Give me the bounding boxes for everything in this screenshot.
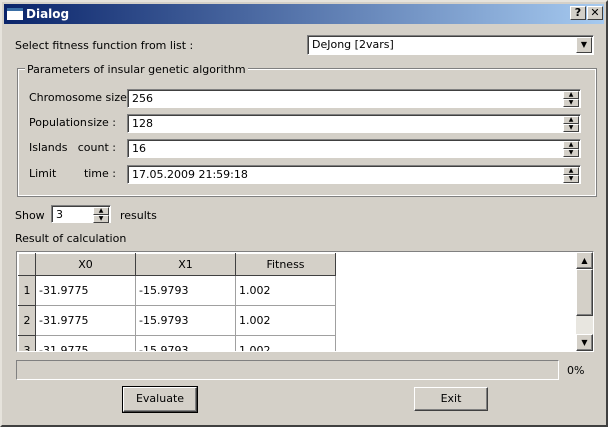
column-header-x0[interactable]: X0: [35, 253, 136, 276]
table-cell[interactable]: -31.9775: [35, 305, 136, 336]
param-spinbox[interactable]: 17.05.2009 21:59:18 ▲ ▼: [127, 165, 581, 184]
corner-header: [18, 253, 36, 276]
param-value: 128: [132, 117, 153, 130]
scroll-up-icon[interactable]: ▲: [576, 252, 593, 269]
vertical-scrollbar[interactable]: ▲ ▼: [576, 252, 593, 351]
results-label: Result of calculation: [15, 232, 127, 245]
fitness-function-select[interactable]: DeJong [2vars] ▼: [307, 35, 594, 55]
spin-up-icon[interactable]: ▲: [93, 207, 109, 215]
evaluate-button[interactable]: Evaluate: [122, 386, 198, 413]
param-spinbox[interactable]: 16 ▲ ▼: [127, 139, 581, 158]
param-label: Islands: [29, 141, 68, 154]
scroll-thumb[interactable]: [576, 269, 593, 316]
spin-up-icon[interactable]: ▲: [563, 167, 579, 175]
spin-down-icon[interactable]: ▼: [563, 99, 579, 107]
param-spinbox[interactable]: 256 ▲ ▼: [127, 89, 581, 108]
close-button[interactable]: ✕: [587, 6, 603, 20]
chevron-down-icon[interactable]: ▼: [576, 37, 592, 53]
table-cell[interactable]: 1.002: [235, 305, 336, 336]
param-value: 17.05.2009 21:59:18: [132, 168, 248, 181]
table-cell[interactable]: -31.9775: [35, 335, 136, 351]
spin-up-icon[interactable]: ▲: [563, 141, 579, 149]
group-title: Parameters of insular genetic algorithm: [25, 63, 248, 76]
table-cell[interactable]: -15.9793: [135, 305, 236, 336]
table-cell[interactable]: -31.9775: [35, 275, 136, 306]
progress-text: 0%: [567, 364, 585, 377]
param-value: 256: [132, 92, 153, 105]
spin-down-icon[interactable]: ▼: [563, 175, 579, 183]
spin-up-icon[interactable]: ▲: [563, 116, 579, 124]
param-label: Limit: [29, 167, 57, 180]
results-suffix: results: [120, 209, 157, 222]
exit-button[interactable]: Exit: [414, 387, 488, 411]
column-header-fitness[interactable]: Fitness: [235, 253, 336, 276]
param-spinbox[interactable]: 128 ▲ ▼: [127, 114, 581, 133]
progress-bar: [16, 360, 559, 380]
row-header[interactable]: 1: [18, 275, 36, 306]
param-value: 16: [132, 142, 146, 155]
help-button[interactable]: ?: [570, 6, 586, 20]
row-header[interactable]: 2: [18, 305, 36, 336]
table-row[interactable]: 1 -31.9775 -15.9793 1.002: [18, 275, 336, 306]
table-cell[interactable]: -15.9793: [135, 335, 236, 351]
window-icon: [7, 8, 23, 20]
param-label-suffix: time :: [83, 167, 116, 180]
dialog-window: Dialog ? ✕ Select fitness function from …: [0, 0, 608, 427]
scroll-down-icon[interactable]: ▼: [576, 334, 593, 351]
column-header-x1[interactable]: X1: [135, 253, 236, 276]
fitness-value: DeJong [2vars]: [312, 38, 394, 51]
show-count-spinbox[interactable]: 3 ▲ ▼: [51, 205, 111, 223]
param-label-suffix: count :: [77, 141, 116, 154]
spin-down-icon[interactable]: ▼: [93, 215, 109, 223]
spin-down-icon[interactable]: ▼: [563, 124, 579, 132]
show-label: Show: [15, 209, 45, 222]
param-label: Population: [29, 116, 87, 129]
table-cell[interactable]: 1.002: [235, 335, 336, 351]
spin-down-icon[interactable]: ▼: [563, 149, 579, 157]
table-cell[interactable]: -15.9793: [135, 275, 236, 306]
param-label: Chromosome size :: [29, 91, 135, 104]
table-cell[interactable]: 1.002: [235, 275, 336, 306]
param-label-suffix: size :: [87, 116, 116, 129]
show-value: 3: [56, 208, 63, 221]
title-bar: Dialog ? ✕: [4, 4, 604, 24]
table-row[interactable]: 3 -31.9775 -15.9793 1.002: [18, 335, 336, 351]
spin-up-icon[interactable]: ▲: [563, 91, 579, 99]
results-table[interactable]: X0 X1 Fitness 1 -31.9775 -15.9793 1.002 2 -31…: [16, 251, 594, 352]
window-title: Dialog: [26, 7, 70, 21]
table-row[interactable]: 2 -31.9775 -15.9793 1.002: [18, 305, 336, 336]
row-header[interactable]: 3: [18, 335, 36, 351]
fitness-label: Select fitness function from list :: [15, 39, 194, 52]
